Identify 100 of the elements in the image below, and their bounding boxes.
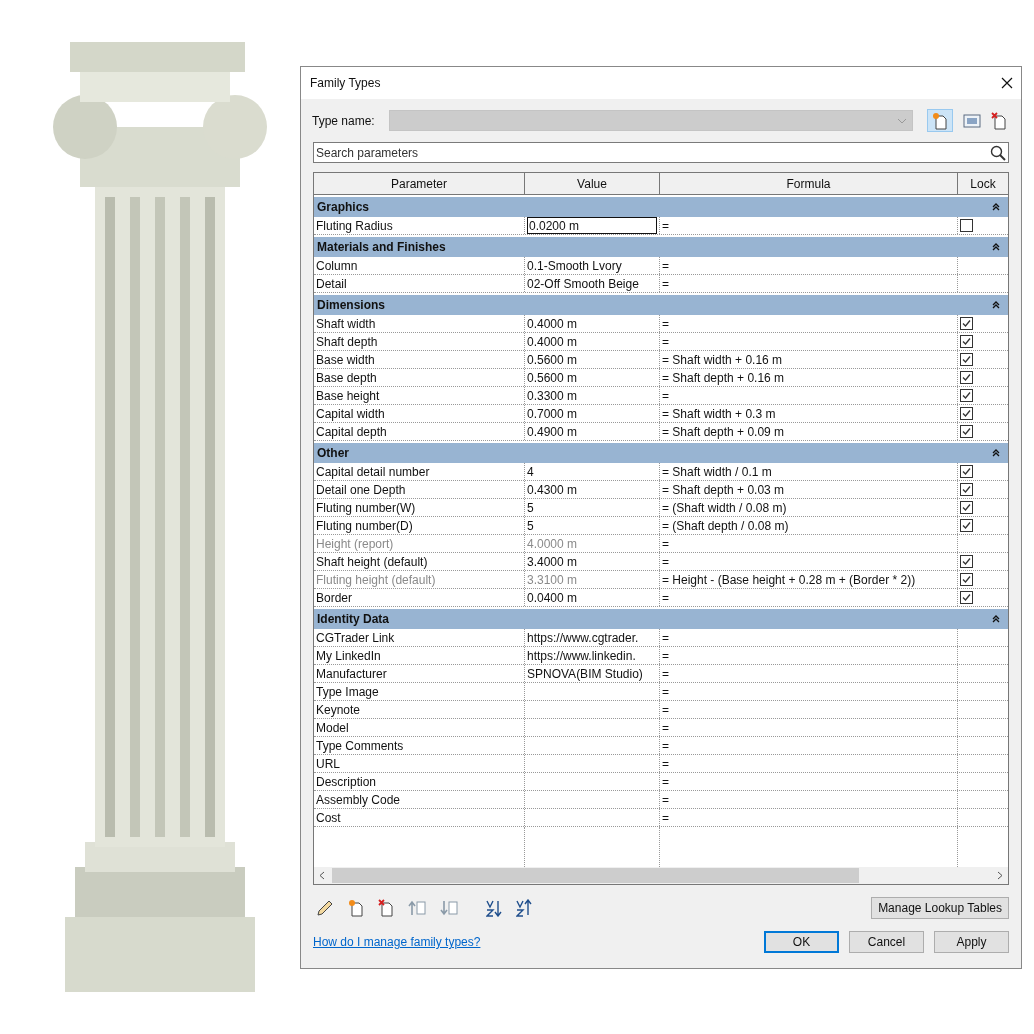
value-field[interactable]: 0.0200 m — [527, 217, 657, 234]
formula-text[interactable]: = — [662, 718, 669, 737]
value-text[interactable]: 3.4000 m — [527, 552, 578, 571]
parameter-name: Keynote — [316, 701, 361, 719]
lock-checkbox[interactable] — [960, 335, 973, 348]
formula-text[interactable]: = — [662, 386, 669, 405]
formula-text[interactable]: = — [662, 588, 669, 607]
formula-text[interactable]: = — [662, 314, 669, 333]
formula-text[interactable]: = (Shaft width / 0.08 m) — [662, 498, 787, 517]
collapse-icon[interactable] — [992, 301, 1000, 309]
collapse-icon[interactable] — [992, 615, 1000, 623]
value-text[interactable]: 0.5600 m — [527, 368, 578, 387]
lock-checkbox[interactable] — [960, 425, 973, 438]
group-header[interactable]: Identity Data — [314, 609, 1008, 629]
column-header[interactable]: Value — [525, 173, 660, 194]
value-text[interactable]: 0.3300 m — [527, 386, 578, 405]
manage-lookup-tables-button[interactable]: Manage Lookup Tables — [871, 897, 1009, 919]
group-header[interactable]: Other — [314, 443, 1008, 463]
parameter-name: Column — [316, 257, 358, 275]
formula-text[interactable]: = — [662, 216, 669, 235]
search-icon[interactable] — [990, 144, 1006, 161]
value-text[interactable]: https://www.linkedin. — [527, 646, 636, 665]
formula-text[interactable]: = — [662, 736, 669, 755]
lock-checkbox[interactable] — [960, 483, 973, 496]
lock-checkbox[interactable] — [960, 371, 973, 384]
formula-text[interactable]: = — [662, 332, 669, 351]
formula-text[interactable]: = Shaft width + 0.16 m — [662, 350, 783, 369]
value-text[interactable]: 0.4900 m — [527, 422, 578, 441]
value-text[interactable]: https://www.cgtrader. — [527, 628, 639, 647]
formula-text[interactable]: = Shaft depth + 0.16 m — [662, 368, 785, 387]
lock-checkbox[interactable] — [960, 555, 973, 568]
dialog-button[interactable]: OK — [764, 931, 839, 953]
lock-checkbox[interactable] — [960, 519, 973, 532]
parameter-name: Manufacturer — [316, 665, 387, 683]
collapse-icon[interactable] — [992, 243, 1000, 251]
column-header[interactable]: Parameter — [314, 173, 525, 194]
close-icon[interactable] — [1001, 77, 1013, 89]
collapse-icon[interactable] — [992, 203, 1000, 211]
value-text[interactable]: 4 — [527, 462, 534, 481]
lock-checkbox[interactable] — [960, 317, 973, 330]
help-link[interactable]: How do I manage family types? — [313, 933, 481, 951]
value-text[interactable]: 0.0400 m — [527, 588, 578, 607]
value-text[interactable]: 5 — [527, 498, 534, 517]
formula-text[interactable]: = — [662, 790, 669, 809]
formula-text[interactable]: = Shaft width + 0.3 m — [662, 404, 776, 423]
formula-text[interactable]: = — [662, 256, 669, 275]
lock-checkbox[interactable] — [960, 353, 973, 366]
formula-text[interactable]: = — [662, 754, 669, 773]
column-header[interactable]: Formula — [660, 173, 958, 194]
dialog-button[interactable]: Apply — [934, 931, 1009, 953]
sort-ascending-icon[interactable] — [516, 899, 532, 917]
move-down-icon[interactable] — [440, 900, 458, 916]
formula-text[interactable]: = Shaft depth + 0.09 m — [662, 422, 785, 441]
value-text[interactable]: 0.5600 m — [527, 350, 578, 369]
group-header[interactable]: Graphics — [314, 197, 1008, 217]
parameter-name: Base depth — [316, 369, 377, 387]
delete-document-icon[interactable] — [378, 899, 394, 917]
formula-text[interactable]: = — [662, 664, 669, 683]
collapse-icon[interactable] — [992, 449, 1000, 457]
lock-checkbox[interactable] — [960, 389, 973, 402]
formula-text[interactable]: = — [662, 700, 669, 719]
horizontal-scrollbar[interactable] — [314, 867, 1008, 884]
formula-text[interactable]: = — [662, 682, 669, 701]
value-text[interactable]: 02-Off Smooth Beige — [527, 274, 639, 293]
pencil-icon[interactable] — [316, 899, 334, 917]
lock-checkbox[interactable] — [960, 407, 973, 420]
parameter-name: Shaft height (default) — [316, 553, 428, 571]
formula-text[interactable]: = (Shaft depth / 0.08 m) — [662, 516, 789, 535]
column-header[interactable]: Lock — [958, 173, 1008, 194]
lock-checkbox[interactable] — [960, 219, 973, 232]
group-header[interactable]: Materials and Finishes — [314, 237, 1008, 257]
group-header[interactable]: Dimensions — [314, 295, 1008, 315]
value-text[interactable]: 0.4300 m — [527, 480, 578, 499]
formula-text[interactable]: = Shaft width / 0.1 m — [662, 462, 772, 481]
value-text[interactable]: 0.1-Smooth Lvory — [527, 256, 622, 275]
lock-checkbox[interactable] — [960, 465, 973, 478]
sort-descending-icon[interactable] — [486, 899, 502, 917]
value-text[interactable]: 0.7000 m — [527, 404, 578, 423]
formula-text[interactable]: = — [662, 772, 669, 791]
formula-text[interactable]: = — [662, 274, 669, 293]
lock-checkbox[interactable] — [960, 591, 973, 604]
move-up-icon[interactable] — [408, 900, 426, 916]
parameter-name: Capital width — [316, 405, 385, 423]
new-document-icon[interactable] — [348, 899, 364, 917]
formula-text[interactable]: = Shaft depth + 0.03 m — [662, 480, 785, 499]
delete-document-icon[interactable] — [991, 111, 1007, 130]
formula-text[interactable]: = — [662, 646, 669, 665]
formula-text[interactable]: = — [662, 808, 669, 827]
value-text[interactable]: 0.4000 m — [527, 314, 578, 333]
formula-text[interactable]: = — [662, 628, 669, 647]
value-text[interactable]: 5 — [527, 516, 534, 535]
parameter-name: Shaft width — [316, 315, 376, 333]
parameter-name: Detail — [316, 275, 347, 293]
value-text[interactable]: 0.4000 m — [527, 332, 578, 351]
new-document-icon[interactable] — [932, 111, 948, 130]
lock-checkbox[interactable] — [960, 501, 973, 514]
new-type-button[interactable] — [927, 109, 953, 132]
formula-text[interactable]: = — [662, 552, 669, 571]
dialog-button[interactable]: Cancel — [849, 931, 924, 953]
value-text[interactable]: SPNOVA(BIM Studio) — [527, 664, 643, 683]
